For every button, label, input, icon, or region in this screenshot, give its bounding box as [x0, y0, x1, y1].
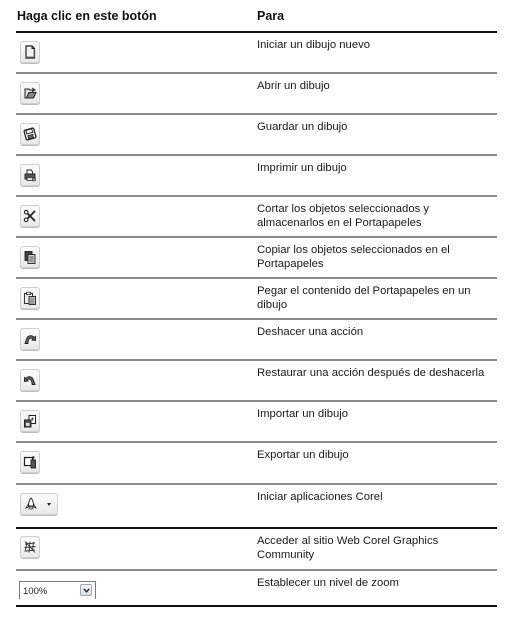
copy-button[interactable]	[20, 246, 40, 268]
table-row: 100% Establecer un nivel de zoom	[16, 571, 497, 607]
table-row: Iniciar aplicaciones Corel	[16, 485, 497, 529]
row-description: Copiar los objetos seleccionados en el P…	[257, 244, 450, 270]
table-row: Iniciar un dibujo nuevo	[16, 33, 497, 74]
row-description: Importar un dibujo	[257, 408, 349, 420]
open-button[interactable]	[20, 82, 40, 104]
table-row: Copiar los objetos seleccionados en el P…	[16, 238, 497, 279]
new-document-icon	[24, 45, 36, 59]
undo-icon	[23, 332, 37, 346]
print-button[interactable]	[20, 164, 40, 186]
row-description: Guardar un dibujo	[257, 121, 348, 133]
zoom-level-value: 100%	[23, 586, 48, 597]
save-button[interactable]	[20, 123, 40, 145]
new-document-button[interactable]	[20, 41, 40, 63]
redo-icon	[23, 373, 37, 387]
copy-icon	[23, 250, 37, 264]
table-row: Restaurar una acción después de deshacer…	[16, 361, 497, 402]
application-launcher-button[interactable]	[20, 493, 58, 515]
table-row: Deshacer una acción	[16, 320, 497, 361]
row-description: Imprimir un dibujo	[257, 162, 347, 174]
toolbar-reference-table: Haga clic en este botón Para Iniciar un …	[16, 0, 497, 607]
row-description: Iniciar aplicaciones Corel	[257, 491, 383, 503]
open-folder-icon	[23, 86, 37, 100]
chevron-down-icon	[82, 587, 90, 593]
row-description: Deshacer una acción	[257, 326, 364, 338]
chevron-down-icon	[47, 503, 51, 506]
corel-community-icon	[23, 540, 37, 554]
save-disk-icon	[23, 127, 37, 141]
table-row: Imprimir un dibujo	[16, 156, 497, 197]
table-row: Guardar un dibujo	[16, 115, 497, 156]
row-description: Abrir un dibujo	[257, 80, 330, 92]
export-icon	[23, 455, 37, 469]
zoom-level-select[interactable]: 100%	[19, 581, 96, 599]
corel-community-button[interactable]	[20, 536, 40, 558]
row-description: Exportar un dibujo	[257, 449, 349, 461]
zoom-dropdown-button[interactable]	[80, 584, 92, 596]
table-row: Exportar un dibujo	[16, 443, 497, 485]
row-description: Establecer un nivel de zoom	[257, 577, 399, 589]
row-description: Restaurar una acción después de deshacer…	[257, 367, 485, 379]
table-row: Cortar los objetos seleccionados y almac…	[16, 197, 497, 238]
table-row: Importar un dibujo	[16, 402, 497, 443]
row-description: Acceder al sitio Web Corel Graphics Comm…	[257, 535, 439, 561]
application-launcher-icon	[24, 497, 38, 511]
table-header: Haga clic en este botón Para	[16, 0, 497, 33]
row-description: Cortar los objetos seleccionados y almac…	[257, 203, 430, 229]
table-row: Acceder al sitio Web Corel Graphics Comm…	[16, 529, 497, 571]
table-row: Pegar el contenido del Portapapeles en u…	[16, 279, 497, 320]
import-button[interactable]	[20, 410, 40, 432]
table-row: Abrir un dibujo	[16, 74, 497, 115]
column-header-purpose: Para	[257, 9, 285, 23]
column-header-button: Haga clic en este botón	[17, 9, 157, 23]
undo-button[interactable]	[20, 328, 40, 350]
redo-button[interactable]	[20, 369, 40, 391]
paste-button[interactable]	[20, 287, 40, 309]
row-description: Pegar el contenido del Portapapeles en u…	[257, 285, 471, 311]
row-description: Iniciar un dibujo nuevo	[257, 39, 371, 51]
cut-button[interactable]	[20, 205, 40, 227]
paste-icon	[23, 291, 37, 305]
printer-icon	[23, 168, 37, 182]
scissors-icon	[23, 209, 37, 223]
export-button[interactable]	[20, 451, 40, 473]
import-icon	[23, 414, 37, 428]
